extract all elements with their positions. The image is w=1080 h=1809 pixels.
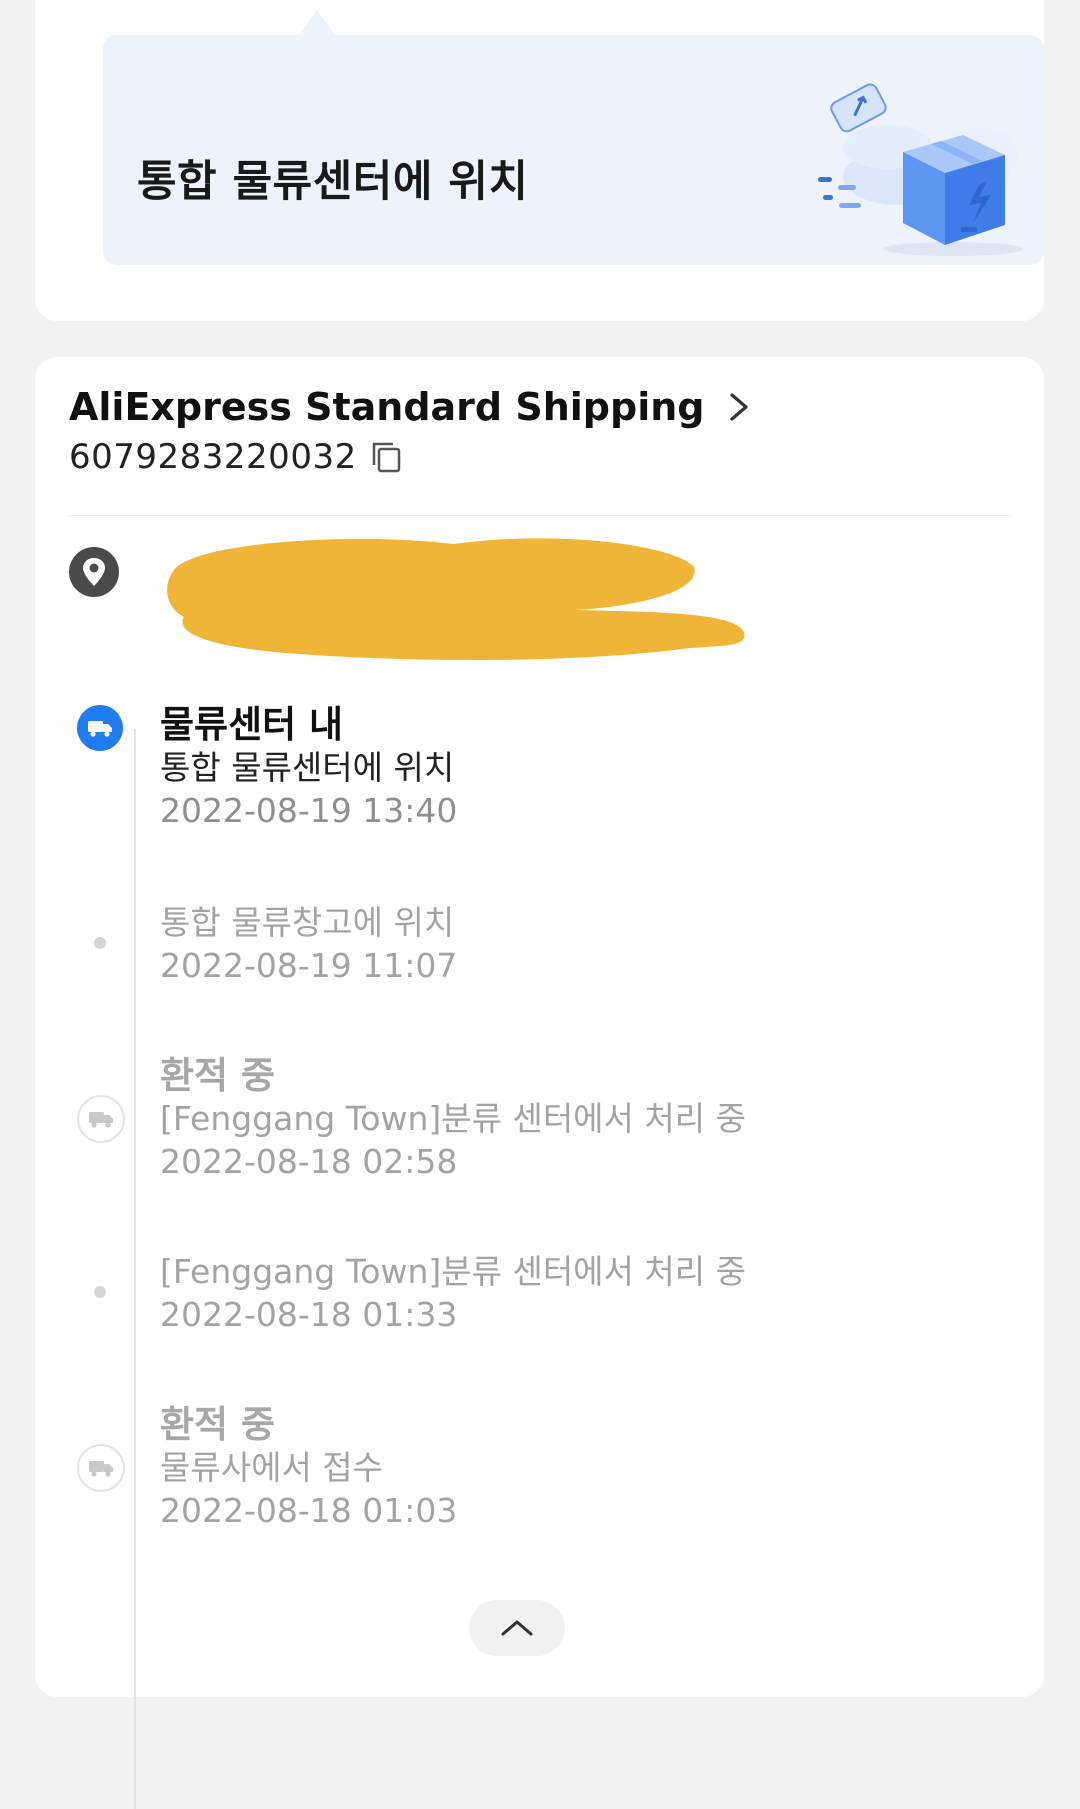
truck-icon bbox=[77, 1095, 125, 1143]
collapse-button[interactable] bbox=[469, 1600, 565, 1656]
event-title: 환적 중 bbox=[160, 1403, 276, 1446]
status-card: 통합 물류센터에 위치 bbox=[35, 0, 1044, 321]
status-banner: 통합 물류센터에 위치 bbox=[103, 35, 1044, 265]
event-description: [Fenggang Town]분류 센터에서 처리 중 bbox=[160, 1099, 746, 1138]
location-pin-icon bbox=[69, 547, 119, 597]
truck-icon bbox=[77, 705, 123, 751]
timeline-dot bbox=[94, 937, 106, 949]
event-description: 물류사에서 접수 bbox=[160, 1448, 384, 1487]
truck-icon bbox=[77, 1444, 125, 1492]
event-title: 물류센터 내 bbox=[160, 703, 344, 746]
event-time: 2022-08-18 01:03 bbox=[160, 1491, 458, 1530]
divider bbox=[69, 515, 1010, 516]
carrier-link[interactable]: AliExpress Standard Shipping bbox=[69, 385, 754, 429]
package-delivery-icon bbox=[818, 83, 1023, 256]
tracking-row: 6079283220032 bbox=[69, 437, 405, 477]
timeline-event: 물류센터 내 통합 물류센터에 위치 2022-08-19 13:40 bbox=[160, 704, 457, 832]
address-redaction bbox=[167, 538, 745, 661]
carrier-name: AliExpress Standard Shipping bbox=[69, 385, 705, 429]
timeline-event: 통합 물류창고에 위치 2022-08-19 11:07 bbox=[160, 901, 457, 987]
chevron-up-icon bbox=[501, 1620, 533, 1636]
banner-pointer bbox=[299, 10, 335, 35]
timeline-event: 환적 중 물류사에서 접수 2022-08-18 01:03 bbox=[160, 1404, 457, 1532]
delivery-address bbox=[69, 538, 1010, 667]
event-description: [Fenggang Town]분류 센터에서 처리 중 bbox=[160, 1252, 746, 1291]
event-description: 통합 물류창고에 위치 bbox=[160, 903, 455, 942]
event-time: 2022-08-19 13:40 bbox=[160, 791, 458, 830]
chevron-right-icon bbox=[730, 393, 749, 421]
tracking-number: 6079283220032 bbox=[69, 437, 357, 477]
copy-icon[interactable] bbox=[369, 439, 405, 475]
timeline-line bbox=[134, 729, 136, 1809]
timeline-dot bbox=[94, 1286, 106, 1298]
event-time: 2022-08-18 02:58 bbox=[160, 1142, 458, 1181]
status-title: 통합 물류센터에 위치 bbox=[137, 157, 529, 207]
event-time: 2022-08-19 11:07 bbox=[160, 946, 458, 985]
timeline-event: 환적 중 [Fenggang Town]분류 센터에서 처리 중 2022-08… bbox=[160, 1055, 746, 1183]
event-time: 2022-08-18 01:33 bbox=[160, 1295, 458, 1334]
event-description: 통합 물류센터에 위치 bbox=[160, 748, 455, 787]
event-title: 환적 중 bbox=[160, 1054, 276, 1097]
timeline-event: [Fenggang Town]분류 센터에서 처리 중 2022-08-18 0… bbox=[160, 1250, 746, 1336]
